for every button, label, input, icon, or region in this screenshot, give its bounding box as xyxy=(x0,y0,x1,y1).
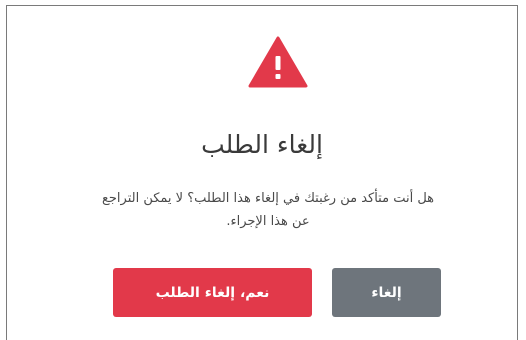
dialog-message-line-2: عن هذا الإجراء. xyxy=(226,214,310,229)
dialog-title: إلغاء الطلب xyxy=(201,130,323,159)
screen: إلغاء الطلب هل أنت متأكد من رغبتك في إلغ… xyxy=(0,0,526,340)
warning-icon xyxy=(248,36,308,88)
cancel-button[interactable]: إلغاء xyxy=(332,268,441,317)
dialog-message-line-1: هل أنت متأكد من رغبتك في إلغاء هذا الطلب… xyxy=(101,191,435,206)
dialog-message: هل أنت متأكد من رغبتك في إلغاء هذا الطلب… xyxy=(29,187,507,233)
cancel-order-dialog: إلغاء الطلب هل أنت متأكد من رغبتك في إلغ… xyxy=(6,5,518,340)
confirm-cancel-order-button[interactable]: نعم، إلغاء الطلب xyxy=(113,268,312,317)
